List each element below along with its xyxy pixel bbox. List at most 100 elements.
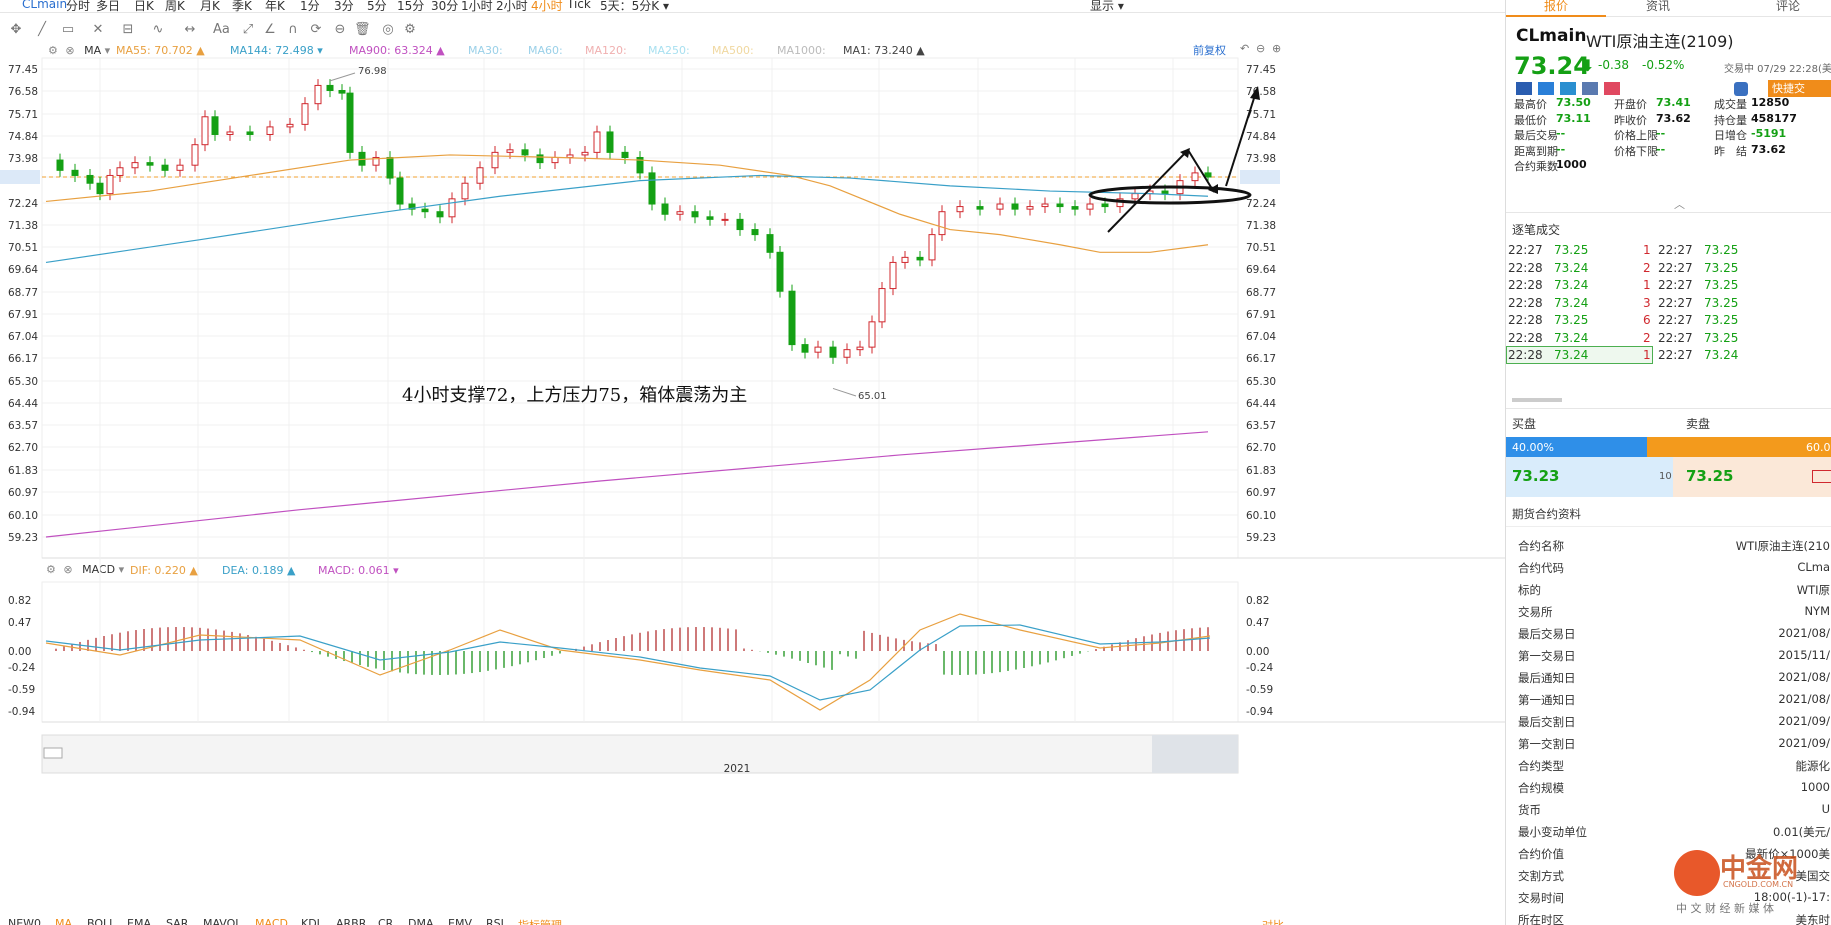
collapse-icon[interactable]: ︿ xyxy=(1674,196,1685,212)
ma-item-8[interactable]: MA1000: xyxy=(777,44,826,57)
candle-body xyxy=(996,203,1004,210)
navigator-handle[interactable] xyxy=(43,747,63,759)
heart-icon[interactable] xyxy=(1604,82,1620,95)
tab-quote[interactable]: 报价 xyxy=(1544,0,1568,14)
ma-item-0[interactable]: MA55: 70.702 ▲ xyxy=(116,44,205,57)
candle-body xyxy=(56,159,64,171)
ma-item-2[interactable]: MA900: 63.324 ▲ xyxy=(349,44,445,57)
ma-item-7[interactable]: MA500: xyxy=(712,44,754,57)
indicator-tab-3[interactable]: EMA xyxy=(127,917,151,925)
candle-body xyxy=(448,198,456,218)
candle-body xyxy=(551,156,559,164)
indicator-tab-5[interactable]: MAVOL xyxy=(203,917,241,925)
high-label: 76.98 xyxy=(358,66,387,77)
contract-label: 最后通知日 xyxy=(1518,671,1576,685)
indicator-tab-1[interactable]: MA xyxy=(55,917,72,925)
contract-label: 合约代码 xyxy=(1518,561,1564,575)
indicator-tab-8[interactable]: ARBR xyxy=(336,917,366,925)
compare-button[interactable]: 对比 xyxy=(1262,917,1284,925)
candle-body xyxy=(1131,193,1139,200)
analysis-note: 4小时支撑72，上方压力75，箱体震荡为主 xyxy=(402,385,748,406)
tab-news[interactable]: 资讯 xyxy=(1646,0,1670,14)
bell-icon[interactable] xyxy=(1734,82,1748,96)
candle-body xyxy=(161,164,169,171)
kline-chart[interactable]: 77.45 77.4576.58 76.5875.71 75.7174.84 74.84… xyxy=(0,0,1505,925)
candle-body xyxy=(766,234,774,253)
ma-item-5[interactable]: MA120: xyxy=(585,44,627,57)
ma-item-4[interactable]: MA60: xyxy=(528,44,563,57)
candle-body xyxy=(286,123,294,128)
y-tick-left: 67.91 xyxy=(8,309,38,321)
indicator-tab-12[interactable]: RSI xyxy=(486,917,504,925)
contract-label: 交易时间 xyxy=(1518,891,1564,905)
ma-item-1[interactable]: MA144: 72.498 ▾ xyxy=(230,44,323,57)
y-tick-right: 71.38 xyxy=(1246,220,1276,232)
candle-body xyxy=(1026,206,1034,210)
indicator-tab-10[interactable]: DMA xyxy=(408,917,434,925)
contract-value: 2021/09/ xyxy=(1778,736,1830,750)
contract-label: 所在时区 xyxy=(1518,913,1564,925)
scrollbar[interactable] xyxy=(1512,398,1562,402)
candle-body xyxy=(1101,203,1109,208)
candle-body xyxy=(476,167,484,184)
candle-body xyxy=(326,84,334,91)
candle-body xyxy=(901,256,909,263)
indicator-tab-13[interactable]: 指标管理 xyxy=(518,917,562,925)
candle-body xyxy=(1056,203,1064,208)
ask-qty-box xyxy=(1812,470,1831,483)
sell-pct: 60.0 xyxy=(1806,441,1831,454)
candle-body xyxy=(436,211,444,218)
y-tick-left: 59.23 xyxy=(8,532,38,544)
trade-time: 22:27 xyxy=(1658,330,1693,345)
candle-body xyxy=(776,251,784,292)
tab-comments[interactable]: 评论 xyxy=(1776,0,1800,14)
chart-icon[interactable] xyxy=(1560,82,1576,95)
ma-item-6[interactable]: MA250: xyxy=(648,44,690,57)
y-tick-right: 64.44 xyxy=(1246,398,1276,410)
indicator-tab-11[interactable]: EMV xyxy=(448,917,472,925)
doc-icon[interactable] xyxy=(1582,82,1598,95)
macd-item-1[interactable]: DEA: 0.189 ▲ xyxy=(222,564,295,577)
watermark-logo xyxy=(1674,850,1720,896)
quick-trade-button[interactable]: 快捷交 xyxy=(1768,80,1831,97)
candle-body xyxy=(131,162,139,169)
indicator-tab-4[interactable]: SAR xyxy=(166,917,188,925)
navigator-window[interactable] xyxy=(1152,735,1238,773)
candle-body xyxy=(461,182,469,200)
candle-body xyxy=(829,346,837,358)
candle-body xyxy=(661,203,669,215)
macd-item-0[interactable]: DIF: 0.220 ▲ xyxy=(130,564,198,577)
quote-label: 合约乘数 xyxy=(1514,160,1558,173)
y-tick-left: 67.04 xyxy=(8,331,38,343)
ma-item-3[interactable]: MA30: xyxy=(468,44,503,57)
indicator-tab-9[interactable]: CR xyxy=(378,917,393,925)
time-navigator[interactable] xyxy=(41,734,1239,774)
indicator-tab-7[interactable]: KDJ xyxy=(301,917,320,925)
candle-body xyxy=(621,151,629,158)
y-tick-right: 60.97 xyxy=(1246,487,1276,499)
flag-icon xyxy=(1516,82,1532,95)
trade-price: 73.25 xyxy=(1554,243,1589,257)
quote-value: 73.11 xyxy=(1556,111,1591,125)
indicator-tab-2[interactable]: BOLL xyxy=(87,917,115,925)
trade-qty: 3 xyxy=(1643,295,1651,310)
trade-time: 22:27 xyxy=(1658,295,1693,310)
indicator-tab-6[interactable]: MACD xyxy=(255,917,288,925)
contract-label: 第一通知日 xyxy=(1518,693,1576,707)
macd-item-2[interactable]: MACD: 0.061 ▾ xyxy=(318,564,399,577)
ask-price[interactable]: 73.25 xyxy=(1686,467,1733,485)
year-label: 2021 xyxy=(724,763,751,775)
lightning-icon[interactable] xyxy=(1538,82,1554,95)
candle-body xyxy=(176,164,184,171)
y-tick-right: 66.17 xyxy=(1246,353,1276,365)
contract-value: WTI原 xyxy=(1796,583,1830,597)
candle-body xyxy=(593,131,601,153)
indicator-tab-0[interactable]: NEW0 xyxy=(8,917,41,925)
candle-body xyxy=(868,321,876,348)
quote-value: 73.41 xyxy=(1656,96,1691,109)
macd-tick-right: 0.82 xyxy=(1246,595,1269,607)
quote-value: -5191 xyxy=(1751,127,1787,140)
bid-price[interactable]: 73.23 xyxy=(1512,467,1559,485)
trade-time: 22:27 xyxy=(1508,243,1543,257)
ma-item-9[interactable]: MA1: 73.240 ▲ xyxy=(843,44,925,57)
